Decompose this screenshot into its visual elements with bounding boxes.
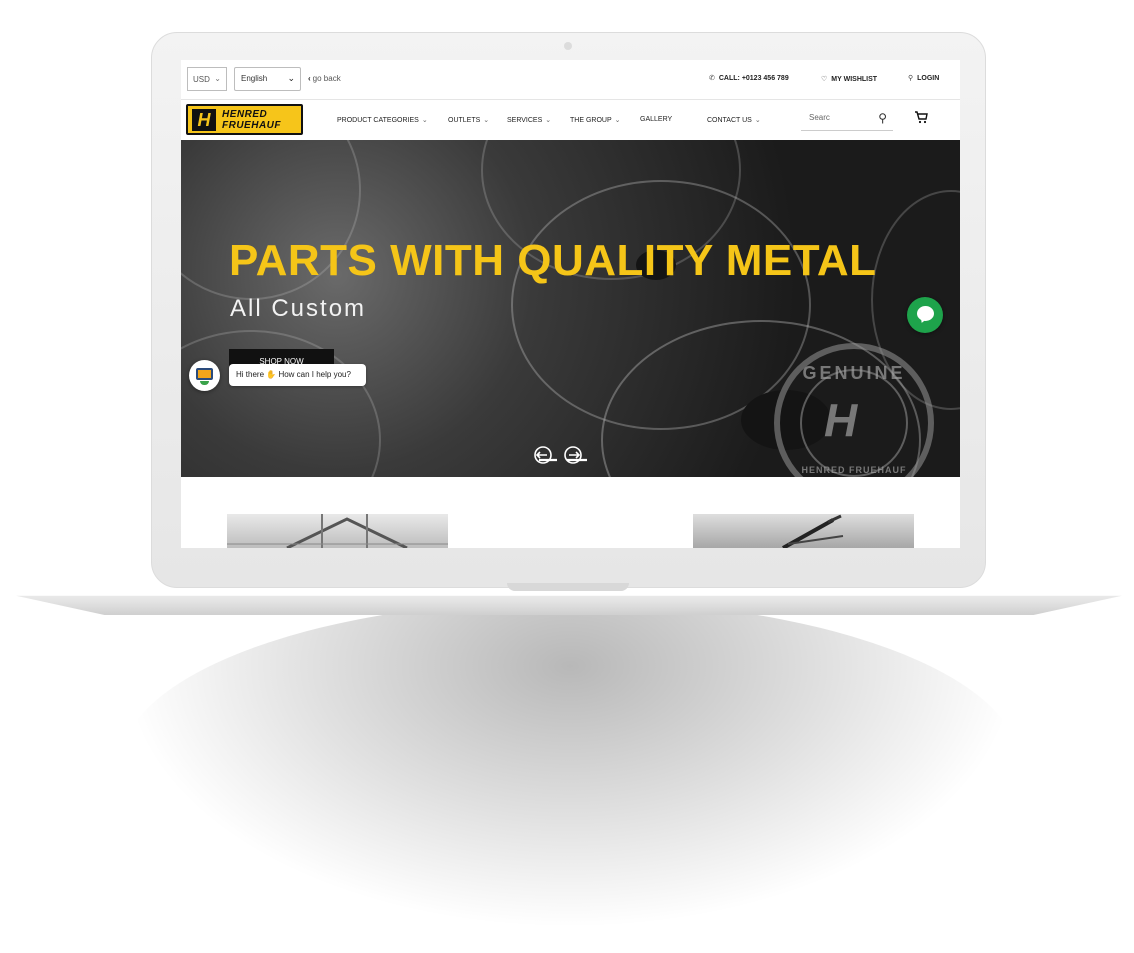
chevron-down-icon: ⌄	[214, 74, 221, 83]
structure-photo	[227, 514, 448, 548]
login-link[interactable]: ⚲ LOGIN	[908, 74, 939, 82]
chevron-left-icon: ‹	[308, 74, 311, 83]
chevron-down-icon: ⌄	[483, 117, 490, 124]
genuine-stamp-logo: GENUINE H HENRED FRUEHAUF	[774, 343, 934, 477]
main-navbar: H HENRED FRUEHAUF PRODUCT CATEGORIES ⌄ OU…	[181, 100, 960, 140]
chatbot-avatar[interactable]	[189, 360, 220, 391]
henred-fruehauf-logo[interactable]: H HENRED FRUEHAUF	[186, 104, 303, 135]
nav-item-gallery[interactable]: GALLERY	[640, 116, 672, 123]
login-label: LOGIN	[917, 75, 940, 82]
chevron-down-icon: ⌄	[287, 73, 295, 83]
whatsapp-chat-button[interactable]	[907, 297, 943, 333]
language-value: English	[241, 74, 268, 83]
crane-photo	[782, 514, 844, 548]
language-select[interactable]: English ⌄	[234, 67, 301, 91]
nav-item-outlets[interactable]: OUTLETS ⌄	[448, 116, 489, 124]
call-label: CALL: +0123 456 789	[718, 75, 789, 82]
hero-title: PARTS WITH QUALITY METAL	[229, 236, 877, 285]
nav-item-services[interactable]: SERVICES ⌄	[507, 116, 551, 124]
logo-mark-icon: H	[192, 109, 216, 131]
nav-item-contact-us[interactable]: CONTACT US ⌄	[707, 116, 761, 124]
bot-screen-icon	[196, 368, 213, 380]
content-section	[181, 477, 960, 548]
stamp-top-text: GENUINE	[802, 363, 906, 383]
go-back-link[interactable]: ‹ go back	[308, 74, 341, 83]
laptop-shadow	[120, 600, 1020, 930]
chevron-down-icon: ⌄	[421, 117, 428, 124]
category-image-right[interactable]	[693, 514, 914, 548]
chevron-down-icon: ⌄	[754, 117, 761, 124]
wishlist-link[interactable]: ♡ MY WISHLIST	[821, 75, 877, 83]
nav-label: CONTACT US	[707, 117, 752, 124]
top-bar: USD ⌄ English ⌄ ‹ go back ✆ CALL: +0123 45…	[181, 60, 960, 100]
logo-line-2: FRUEHAUF	[222, 120, 281, 131]
nav-label: PRODUCT CATEGORIES	[337, 117, 419, 124]
chatbot-greeting-bubble[interactable]: Hi there ✋ How can I help you?	[229, 364, 366, 386]
search-input[interactable]: Searc ⚲	[801, 107, 893, 131]
stamp-mark-icon: H	[824, 394, 858, 446]
bot-base-icon	[200, 381, 209, 385]
nav-label: OUTLETS	[448, 117, 481, 124]
cart-icon[interactable]	[914, 110, 928, 124]
search-icon[interactable]: ⚲	[878, 111, 887, 125]
logo-line-1: HENRED	[222, 109, 268, 120]
hero-banner: PARTS WITH QUALITY METAL All Custom SHOP…	[181, 140, 960, 477]
greeting-suffix: How can I help you?	[278, 370, 351, 379]
laptop-notch	[507, 583, 629, 591]
chevron-down-icon: ⌄	[545, 117, 552, 124]
chevron-down-icon: ⌄	[614, 117, 621, 124]
stamp-bottom-text: HENRED FRUEHAUF	[801, 465, 907, 475]
nav-item-product-categories[interactable]: PRODUCT CATEGORIES ⌄	[337, 116, 428, 124]
nav-label: THE GROUP	[570, 117, 612, 124]
search-placeholder: Searc	[809, 113, 830, 122]
wishlist-label: MY WISHLIST	[831, 76, 878, 83]
nav-item-the-group[interactable]: THE GROUP ⌄	[570, 116, 621, 124]
waving-hand-icon: ✋	[266, 370, 279, 379]
currency-select[interactable]: USD ⌄	[187, 67, 227, 91]
laptop-screen: USD ⌄ English ⌄ ‹ go back ✆ CALL: +0123 45…	[181, 60, 960, 548]
greeting-prefix: Hi there	[236, 370, 265, 379]
heart-icon: ♡	[821, 76, 828, 83]
nav-label: SERVICES	[507, 117, 543, 124]
hero-subtitle: All Custom	[230, 295, 367, 322]
nav-label: GALLERY	[640, 116, 673, 123]
slider-prev-arrow-icon[interactable]	[533, 445, 557, 465]
call-link[interactable]: ✆ CALL: +0123 456 789	[709, 74, 789, 82]
slider-next-arrow-icon[interactable]	[563, 445, 587, 465]
category-image-left[interactable]	[227, 514, 448, 548]
go-back-label: go back	[312, 74, 341, 83]
user-icon: ⚲	[908, 75, 914, 82]
currency-value: USD	[193, 75, 210, 84]
phone-icon: ✆	[709, 75, 715, 82]
laptop-camera	[564, 42, 572, 50]
